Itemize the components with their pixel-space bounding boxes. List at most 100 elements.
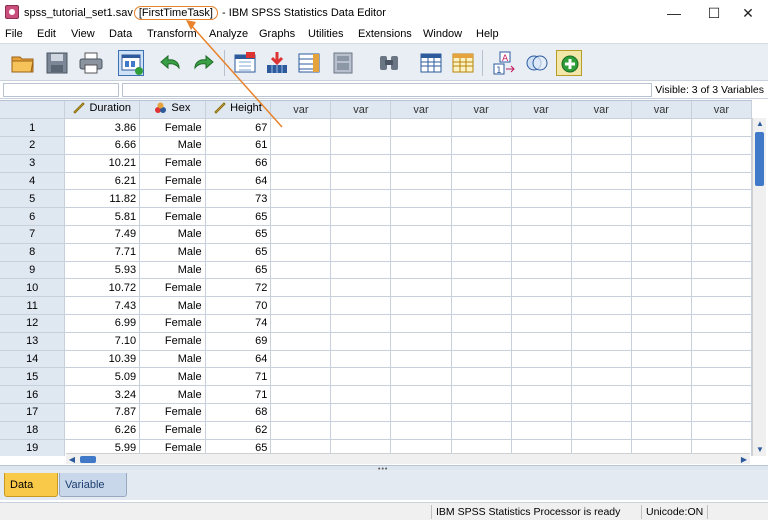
table-row[interactable]: 9 5.93 Male 65 <box>0 261 752 280</box>
cell-sex[interactable]: Female <box>139 332 206 351</box>
row-number[interactable]: 1 <box>0 118 66 138</box>
cell-empty[interactable] <box>631 278 692 298</box>
cell-empty[interactable] <box>330 207 392 227</box>
table-row[interactable]: 4 6.21 Female 64 <box>0 172 752 191</box>
cell-sex[interactable]: Female <box>139 421 206 440</box>
cell-sex[interactable]: Female <box>139 189 206 209</box>
row-number[interactable]: 19 <box>0 439 66 456</box>
cell-reference-box[interactable] <box>3 83 119 97</box>
row-number[interactable]: 12 <box>0 314 66 333</box>
table-row[interactable]: 18 6.26 Female 62 <box>0 421 752 440</box>
cell-sex[interactable]: Male <box>139 350 206 369</box>
cell-empty[interactable] <box>511 332 572 351</box>
cell-height[interactable]: 71 <box>205 385 272 405</box>
cell-empty[interactable] <box>270 332 332 351</box>
cell-empty[interactable] <box>511 278 572 298</box>
cell-empty[interactable] <box>451 154 512 173</box>
cell-empty[interactable] <box>511 314 572 333</box>
use-variable-sets-icon[interactable] <box>524 50 550 76</box>
cell-empty[interactable] <box>390 154 452 173</box>
save-icon[interactable] <box>44 50 70 76</box>
cell-empty[interactable] <box>451 225 512 244</box>
cell-sex[interactable]: Female <box>139 172 206 191</box>
cell-empty[interactable] <box>511 225 572 244</box>
cell-empty[interactable] <box>270 207 332 227</box>
cell-empty[interactable] <box>451 243 512 262</box>
cell-empty[interactable] <box>691 332 752 351</box>
cell-duration[interactable]: 5.09 <box>64 367 141 387</box>
dialog-recall-icon[interactable] <box>118 50 144 76</box>
menu-file[interactable]: File <box>5 28 23 40</box>
cell-height[interactable]: 73 <box>205 189 272 209</box>
row-number[interactable]: 3 <box>0 154 66 173</box>
cell-empty[interactable] <box>691 225 752 244</box>
cell-empty[interactable] <box>390 261 452 280</box>
cell-height[interactable]: 61 <box>205 136 272 155</box>
row-number[interactable]: 15 <box>0 367 66 387</box>
row-number[interactable]: 17 <box>0 403 66 422</box>
spelling-icon[interactable] <box>556 50 582 76</box>
cell-empty[interactable] <box>330 118 392 138</box>
column-header-var[interactable]: var <box>631 101 692 120</box>
cell-empty[interactable] <box>571 172 632 191</box>
cell-height[interactable]: 62 <box>205 421 272 440</box>
cell-empty[interactable] <box>571 385 632 405</box>
menu-data[interactable]: Data <box>109 28 132 40</box>
cell-empty[interactable] <box>330 225 392 244</box>
cell-height[interactable]: 64 <box>205 350 272 369</box>
cell-empty[interactable] <box>390 278 452 298</box>
cell-empty[interactable] <box>451 189 512 209</box>
horizontal-scrollbar[interactable]: ◀ ▶ <box>66 453 750 464</box>
table-row[interactable]: 5 11.82 Female 73 <box>0 189 752 209</box>
cell-empty[interactable] <box>631 154 692 173</box>
cell-empty[interactable] <box>571 367 632 387</box>
cell-empty[interactable] <box>571 225 632 244</box>
cell-sex[interactable]: Female <box>139 154 206 173</box>
cell-empty[interactable] <box>511 243 572 262</box>
cell-height[interactable]: 74 <box>205 314 272 333</box>
menu-extensions[interactable]: Extensions <box>358 28 412 40</box>
cell-empty[interactable] <box>691 403 752 422</box>
table-row[interactable]: 12 6.99 Female 74 <box>0 314 752 333</box>
cell-empty[interactable] <box>390 367 452 387</box>
column-header-var[interactable]: var <box>330 101 392 120</box>
cell-duration[interactable]: 7.49 <box>64 225 141 244</box>
cell-empty[interactable] <box>571 278 632 298</box>
cell-empty[interactable] <box>330 421 392 440</box>
cell-duration[interactable]: 5.93 <box>64 261 141 280</box>
tab-variable-view[interactable]: Variable View <box>59 473 127 515</box>
go-to-variable-icon[interactable] <box>264 50 290 76</box>
cell-duration[interactable]: 10.72 <box>64 278 141 298</box>
cell-sex[interactable]: Male <box>139 296 206 316</box>
cell-duration[interactable]: 5.81 <box>64 207 141 227</box>
cell-empty[interactable] <box>631 207 692 227</box>
cell-empty[interactable] <box>451 136 512 155</box>
cell-empty[interactable] <box>451 261 512 280</box>
table-row[interactable]: 17 7.87 Female 68 <box>0 403 752 422</box>
table-row[interactable]: 1 3.86 Female 67 <box>0 118 752 138</box>
table-row[interactable]: 13 7.10 Female 69 <box>0 332 752 351</box>
cell-height[interactable]: 64 <box>205 172 272 191</box>
scroll-left-icon[interactable]: ◀ <box>66 454 78 465</box>
cell-duration[interactable]: 10.39 <box>64 350 141 369</box>
cell-empty[interactable] <box>571 207 632 227</box>
cell-height[interactable]: 67 <box>205 118 272 138</box>
cell-height[interactable]: 70 <box>205 296 272 316</box>
cell-empty[interactable] <box>451 207 512 227</box>
value-labels-icon[interactable]: A1 <box>492 50 518 76</box>
cell-duration[interactable]: 7.71 <box>64 243 141 262</box>
cell-empty[interactable] <box>511 118 572 138</box>
cell-empty[interactable] <box>691 367 752 387</box>
cell-empty[interactable] <box>691 278 752 298</box>
cell-duration[interactable]: 3.86 <box>64 118 141 138</box>
cell-empty[interactable] <box>691 172 752 191</box>
cell-empty[interactable] <box>390 189 452 209</box>
open-folder-icon[interactable] <box>10 50 36 76</box>
cell-empty[interactable] <box>631 261 692 280</box>
row-number[interactable]: 11 <box>0 296 66 316</box>
cell-empty[interactable] <box>631 314 692 333</box>
cell-empty[interactable] <box>451 296 512 316</box>
cell-empty[interactable] <box>511 367 572 387</box>
cell-empty[interactable] <box>270 189 332 209</box>
cell-empty[interactable] <box>631 367 692 387</box>
